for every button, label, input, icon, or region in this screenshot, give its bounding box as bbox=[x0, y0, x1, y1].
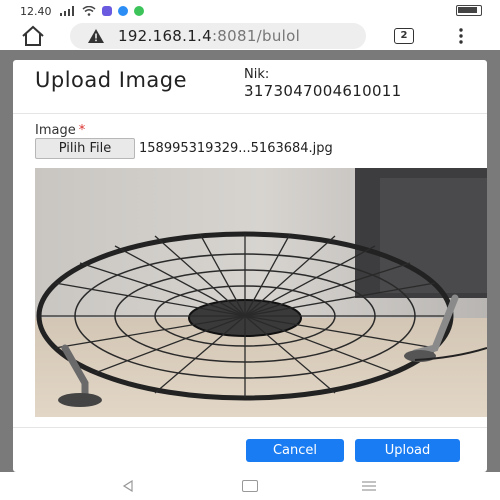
modal-title: Upload Image bbox=[35, 68, 188, 92]
menu-icon[interactable] bbox=[458, 28, 464, 44]
signal-icon bbox=[59, 6, 74, 16]
image-preview bbox=[35, 168, 487, 417]
status-icons bbox=[59, 6, 144, 16]
app-notification-icon bbox=[101, 6, 112, 16]
chat-notification-icon bbox=[117, 6, 128, 16]
url-text[interactable]: 192.168.1.4:8081/bulol bbox=[118, 27, 348, 45]
upload-image-modal: Upload Image Nik: 3173047004610011 Image… bbox=[13, 60, 487, 472]
image-field-label: Image * bbox=[35, 123, 85, 138]
image-label-text: Image bbox=[35, 123, 76, 138]
back-icon[interactable] bbox=[122, 480, 134, 492]
upload-button[interactable]: Upload bbox=[355, 439, 460, 462]
url-path: :8081/bulol bbox=[211, 27, 301, 45]
status-time: 12.40 bbox=[20, 4, 52, 18]
tabs-icon[interactable]: 2 bbox=[394, 28, 414, 44]
nik-label: Nik: bbox=[244, 67, 270, 82]
modal-footer: Cancel Upload bbox=[13, 427, 487, 472]
url-host: 192.168.1.4 bbox=[118, 27, 212, 45]
wifi-icon bbox=[82, 6, 95, 16]
android-nav-bar bbox=[0, 472, 500, 500]
nav-home-icon[interactable] bbox=[242, 480, 258, 492]
whatsapp-notification-icon bbox=[133, 6, 144, 16]
modal-header: Upload Image Nik: 3173047004610011 bbox=[13, 60, 487, 114]
choose-file-button[interactable]: Pilih File bbox=[35, 138, 135, 159]
home-icon[interactable] bbox=[20, 25, 46, 47]
selected-file-name: 158995319329...5163684.jpg bbox=[139, 141, 333, 156]
battery-icon bbox=[456, 5, 482, 16]
cancel-button[interactable]: Cancel bbox=[246, 439, 344, 462]
status-bar: 12.40 bbox=[0, 0, 500, 22]
required-mark: * bbox=[78, 123, 86, 138]
address-bar[interactable]: 192.168.1.4:8081/bulol bbox=[70, 23, 366, 49]
browser-toolbar: 192.168.1.4:8081/bulol 2 bbox=[0, 22, 500, 50]
nik-value: 3173047004610011 bbox=[244, 82, 402, 100]
warning-icon[interactable] bbox=[88, 29, 104, 43]
recent-apps-icon[interactable] bbox=[362, 481, 376, 491]
